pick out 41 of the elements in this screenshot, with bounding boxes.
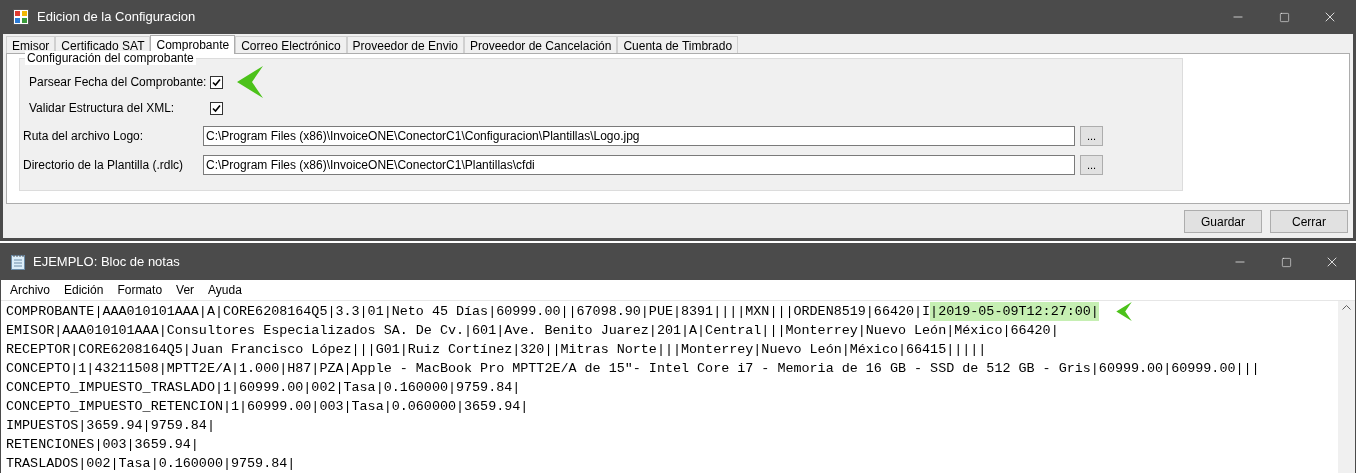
dialog-button[interactable]: Cerrar	[1270, 210, 1348, 233]
scroll-up-icon[interactable]	[1342, 305, 1351, 310]
path-field[interactable]: C:\Program Files (x86)\InvoiceONE\ConectorC1\Plantillas\cfdi	[203, 154, 1075, 175]
highlighted-text: |2019-05-09T12:27:00|	[930, 302, 1099, 321]
maximize-icon	[1278, 11, 1290, 23]
app-icon	[13, 9, 29, 25]
checkbox-label: Validar Estructura del XML:	[29, 100, 176, 117]
checkbox[interactable]	[210, 75, 223, 89]
field-label: Directorio de la Plantilla (.rdlc)	[23, 156, 185, 174]
browse-button[interactable]: ...	[1080, 125, 1103, 146]
text-line: IMPUESTOS|3659.94|9759.84|	[6, 417, 215, 435]
notepad-icon	[11, 254, 25, 270]
menu-item[interactable]: Edición	[57, 281, 111, 299]
checkbox-label: Parsear Fecha del Comprobante:	[29, 74, 208, 91]
text-line: CONCEPTO|1|43211508|MPTT2E/A|1.000|H87|PZA|Apple - MacBook Pro MPTT2E/A de 15"- Intel Core i7 - Memoria de 16 GB - SSD de 512 GB - Gris|60999.00|60999.00|||	[6, 360, 1260, 378]
tab[interactable]: Proveedor de Cancelación	[464, 36, 618, 53]
tab[interactable]: Cuenta de Timbrado	[617, 36, 739, 53]
window-title: EJEMPLO: Bloc de notas	[33, 253, 181, 272]
checkbox[interactable]	[210, 101, 223, 115]
browse-button[interactable]: ...	[1080, 154, 1103, 175]
group-title: Configuración del comprobante	[25, 51, 196, 65]
scrollbar[interactable]	[1338, 301, 1355, 473]
menu-item[interactable]: Ver	[169, 281, 202, 299]
tab[interactable]: Correo Electrónico	[235, 36, 347, 53]
field-label: Ruta del archivo Logo:	[23, 127, 145, 145]
tab[interactable]: Proveedor de Envio	[346, 36, 464, 53]
text-line: TRASLADOS|002|Tasa|0.160000|9759.84|	[6, 455, 296, 473]
path-field[interactable]: C:\Program Files (x86)\InvoiceONE\ConectorC1\Configuracion\Plantillas\Logo.jpg	[203, 125, 1075, 146]
text-line: CONCEPTO_IMPUESTO_RETENCION|1|60999.00|003|Tasa|0.060000|3659.94|	[6, 398, 529, 416]
menu-item[interactable]: Formato	[110, 281, 170, 299]
text-line: COMPROBANTE|AAA010101AAA|A|CORE6208164Q5|3.3|01|Neto 45 Días|60999.00||67098.90|PUE|8391||||MXN|||ORDEN8519|66420|I	[6, 303, 931, 321]
tab[interactable]: Emisor	[6, 36, 56, 53]
menu-item[interactable]: Archivo	[3, 281, 57, 299]
text-line: RETENCIONES|003|3659.94|	[6, 436, 199, 454]
text-line: CONCEPTO_IMPUESTO_TRASLADO|1|60999.00|002|Tasa|0.160000|9759.84|	[6, 379, 521, 397]
text-line: EMISOR|AAA010101AAA|Consultores Especializados SA. De Cv.|601|Ave. Benito Juarez|201|A|Central|||Monterrey|Nuevo León|México|66420|	[6, 322, 1059, 340]
text-line: RECEPTOR|CORE6208164Q5|Juan Francisco López|||G01|Ruiz Cortínez|320||Mitras Norte|||Monterrey|Nuevo León|México|66415|||||	[6, 341, 987, 359]
menu-item[interactable]: Ayuda	[201, 281, 249, 299]
window-title: Edicion de la Configuracion	[37, 8, 197, 27]
dialog-button[interactable]: Guardar	[1184, 210, 1262, 233]
maximize-icon	[1280, 256, 1292, 268]
